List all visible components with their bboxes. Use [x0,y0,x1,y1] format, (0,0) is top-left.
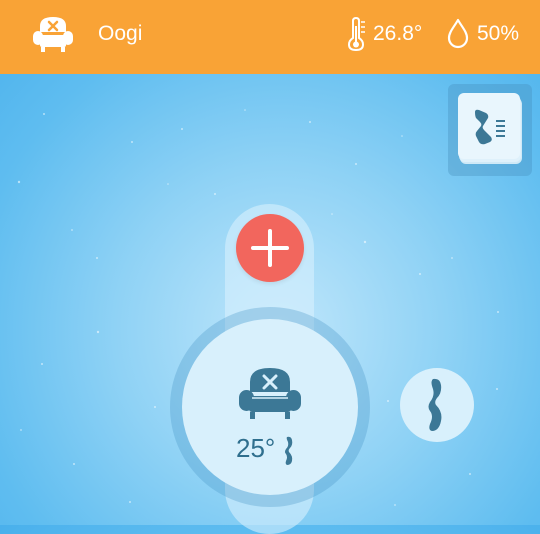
fan-speed-button[interactable] [400,368,474,442]
setpoint-temperature: 25° [236,433,276,463]
app-name: Oogi [98,22,143,45]
top-bar: Oogi 26.8° 50% [0,0,540,74]
humidity-value: 50% [477,22,520,45]
armchair-icon [239,368,301,419]
increase-button[interactable] [236,214,304,282]
scene-card-icon [475,109,505,145]
temperature-value: 26.8° [373,22,423,45]
water-drop-icon [447,18,469,49]
thermometer-icon [347,17,365,51]
armchair-icon [33,17,73,52]
fan-blade-icon [285,436,293,465]
scene-button[interactable] [448,84,532,176]
plus-icon [251,229,289,267]
fan-blade-icon [428,378,442,431]
